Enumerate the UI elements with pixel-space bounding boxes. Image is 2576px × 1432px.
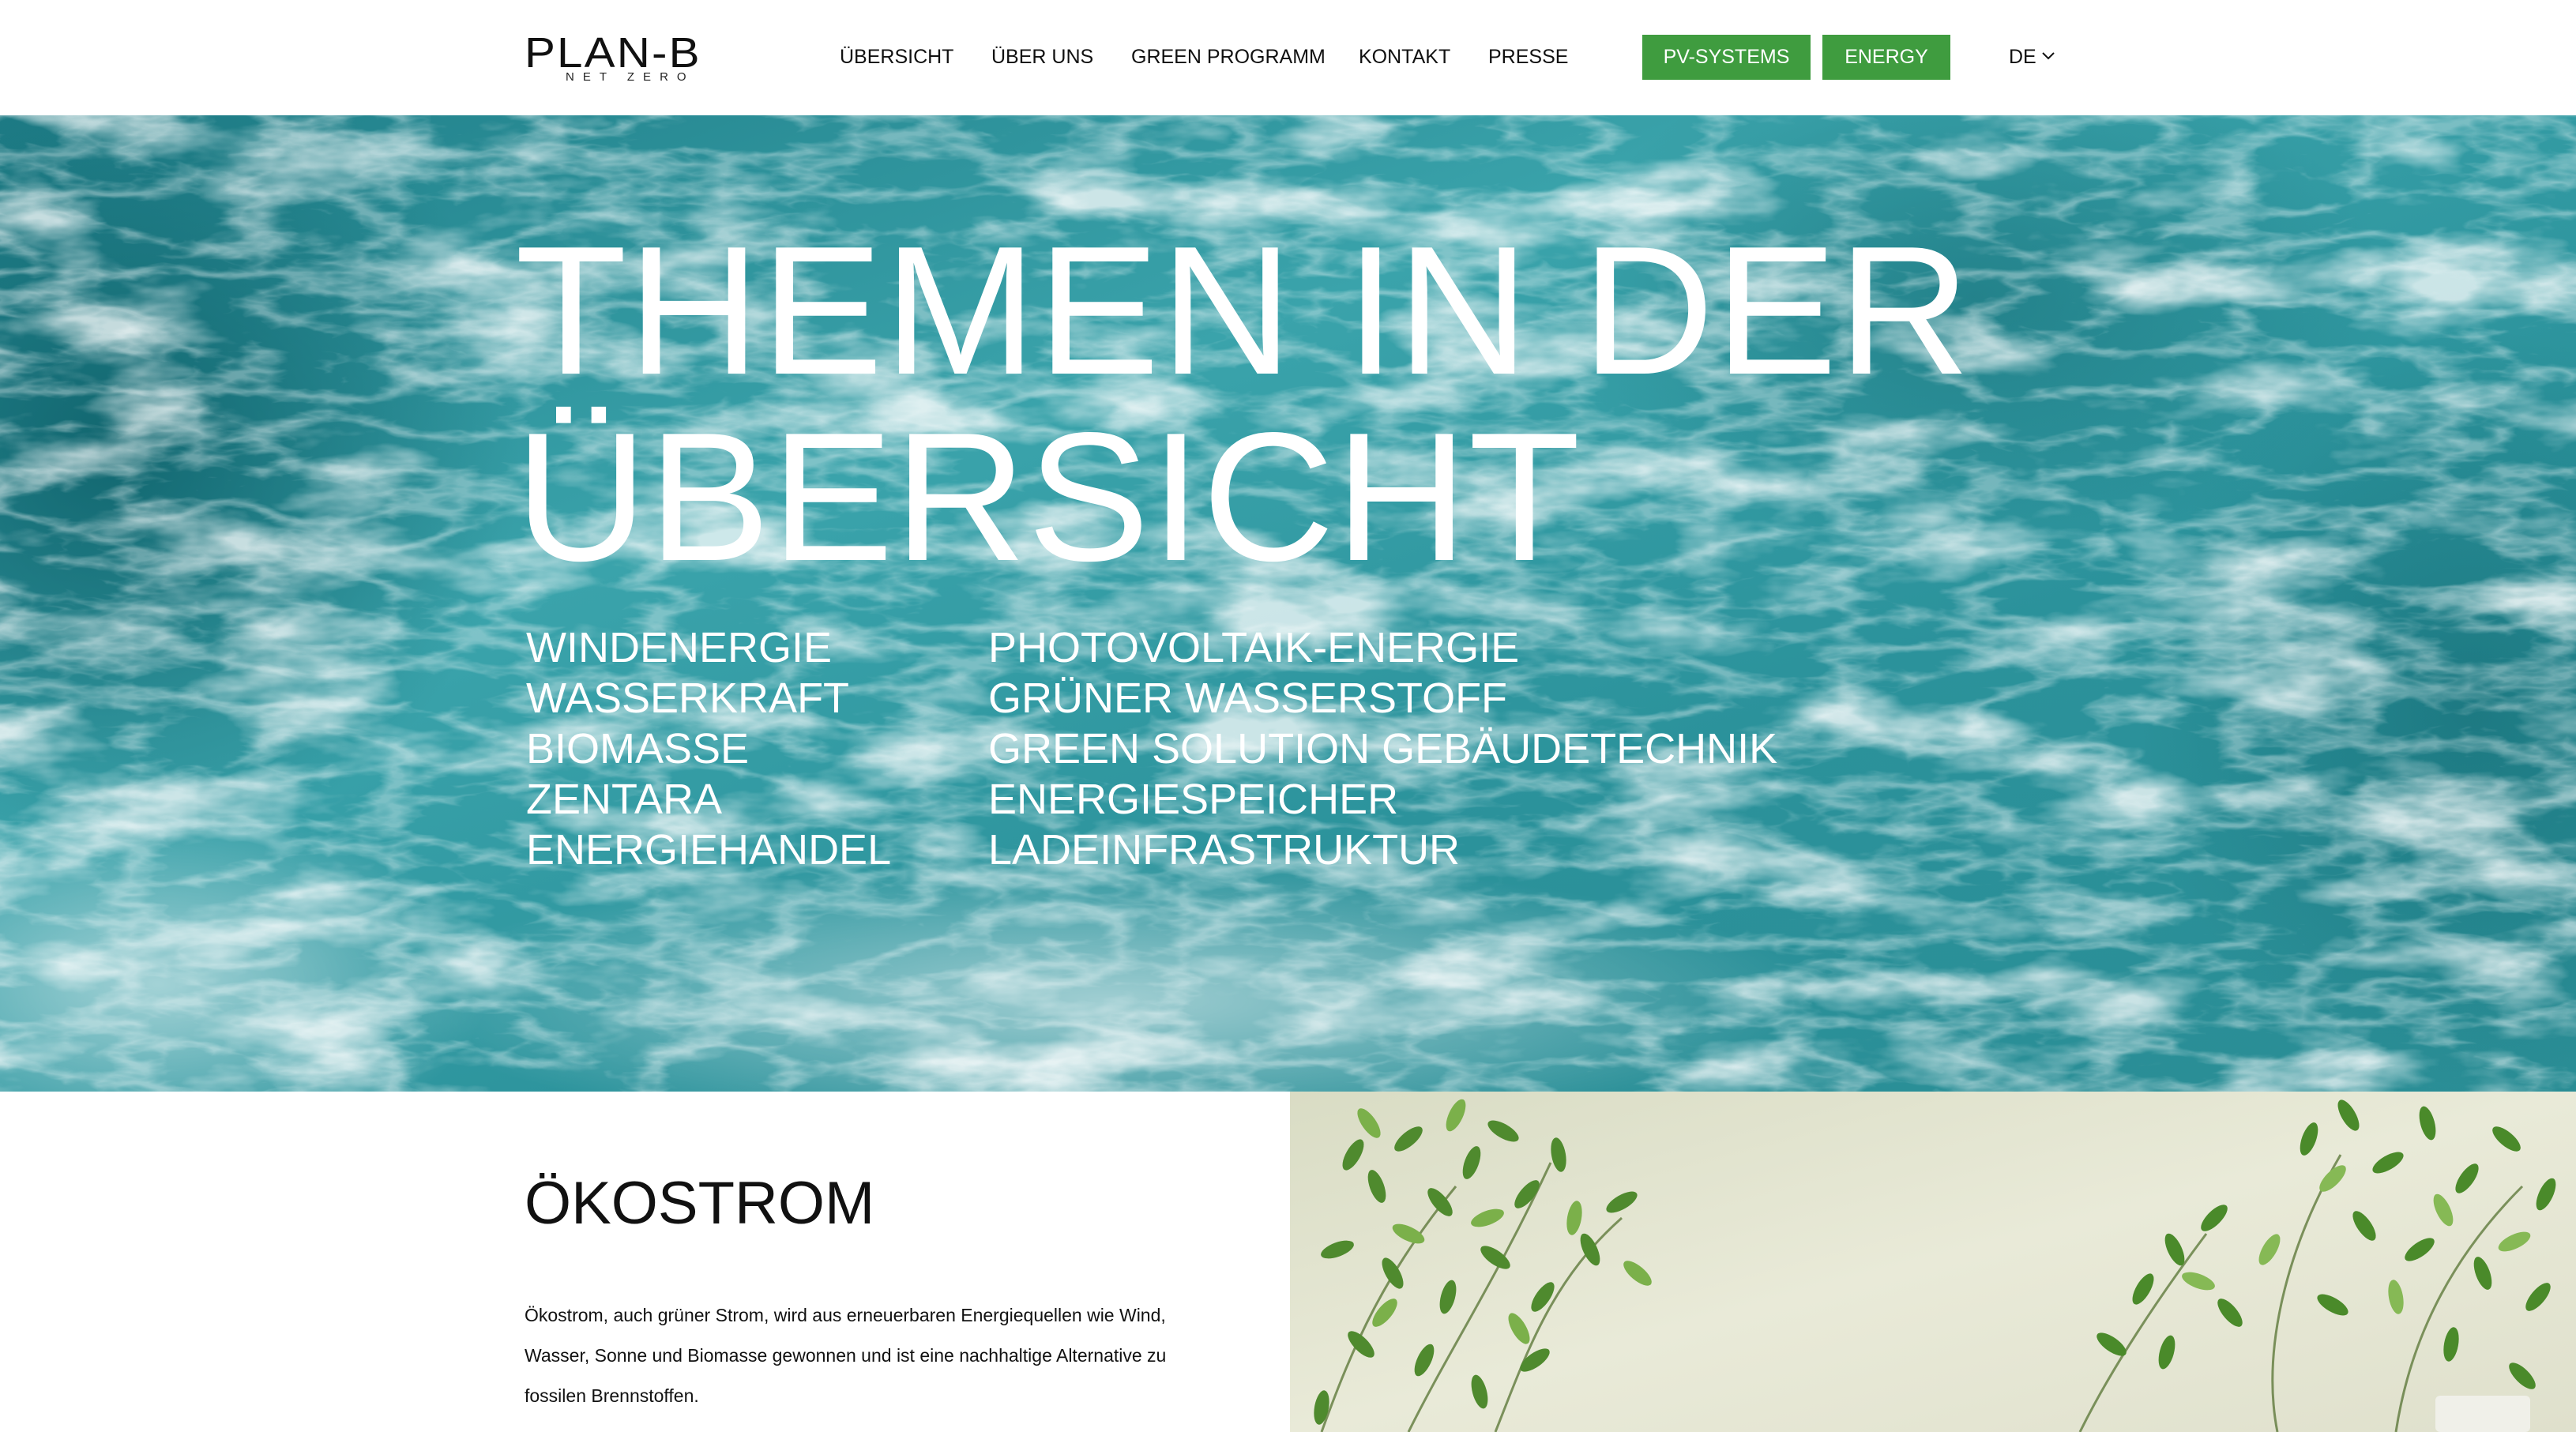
section-description: Ökostrom, auch grüner Strom, wird aus er… <box>525 1295 1235 1416</box>
topic-green-solution-gebaeudetechnik[interactable]: GREEN SOLUTION GEBÄUDETECHNIK <box>988 724 1777 774</box>
description-line-3: fossilen Brennstoffen. <box>525 1385 699 1406</box>
description-line-1: Ökostrom, auch grüner Strom, wird aus er… <box>525 1305 1166 1325</box>
language-selected: DE <box>2009 46 2036 68</box>
topic-energiespeicher[interactable]: ENERGIESPEICHER <box>988 774 1777 825</box>
topics-list-left: WINDENERGIE WASSERKRAFT BIOMASSE ZENTARA… <box>526 622 891 875</box>
pv-systems-button[interactable]: PV-SYSTEMS <box>1642 35 1811 80</box>
energy-button[interactable]: ENERGY <box>1822 35 1950 80</box>
nav-link-uebersicht[interactable]: ÜBERSICHT <box>840 45 953 69</box>
site-header: PLAN-B NET ZERO ÜBERSICHT ÜBER UNS GREEN… <box>0 0 2576 115</box>
language-selector[interactable]: DE <box>2009 45 2055 69</box>
hero-title: THEMEN IN DER ÜBERSICHT <box>515 218 1971 591</box>
topics-list-right: PHOTOVOLTAIK-ENERGIE GRÜNER WASSERSTOFF … <box>988 622 1777 875</box>
topic-wasserkraft[interactable]: WASSERKRAFT <box>526 673 891 724</box>
section-title: ÖKOSTROM <box>525 1170 875 1237</box>
hero-title-line-1: THEMEN IN DER <box>515 209 1972 413</box>
nav-link-presse[interactable]: PRESSE <box>1488 45 1568 69</box>
topic-zentara[interactable]: ZENTARA <box>526 774 891 825</box>
hero-section: THEMEN IN DER ÜBERSICHT WINDENERGIE WASS… <box>0 115 2576 1092</box>
main-navigation: ÜBERSICHT ÜBER UNS GREEN PROGRAMM KONTAK… <box>0 0 2576 115</box>
topic-photovoltaik-energie[interactable]: PHOTOVOLTAIK-ENERGIE <box>988 622 1777 673</box>
nav-link-green-programm[interactable]: GREEN PROGRAMM <box>1131 45 1326 69</box>
topic-windenergie[interactable]: WINDENERGIE <box>526 622 891 673</box>
chevron-down-icon <box>2042 52 2055 60</box>
topic-ladeinfrastruktur[interactable]: LADEINFRASTRUKTUR <box>988 825 1777 875</box>
green-plant-image <box>1290 1092 2576 1432</box>
topic-energiehandel[interactable]: ENERGIEHANDEL <box>526 825 891 875</box>
topic-biomasse[interactable]: BIOMASSE <box>526 724 891 774</box>
plant-illustration <box>1290 1092 2576 1432</box>
description-line-2: Wasser, Sonne und Biomasse gewonnen und … <box>525 1345 1167 1366</box>
nav-link-ueber-uns[interactable]: ÜBER UNS <box>991 45 1093 69</box>
hero-title-line-2: ÜBERSICHT <box>515 395 1581 599</box>
nav-link-kontakt[interactable]: KONTAKT <box>1359 45 1450 69</box>
topic-gruener-wasserstoff[interactable]: GRÜNER WASSERSTOFF <box>988 673 1777 724</box>
oekostrom-section: ÖKOSTROM Ökostrom, auch grüner Strom, wi… <box>0 1092 2576 1432</box>
